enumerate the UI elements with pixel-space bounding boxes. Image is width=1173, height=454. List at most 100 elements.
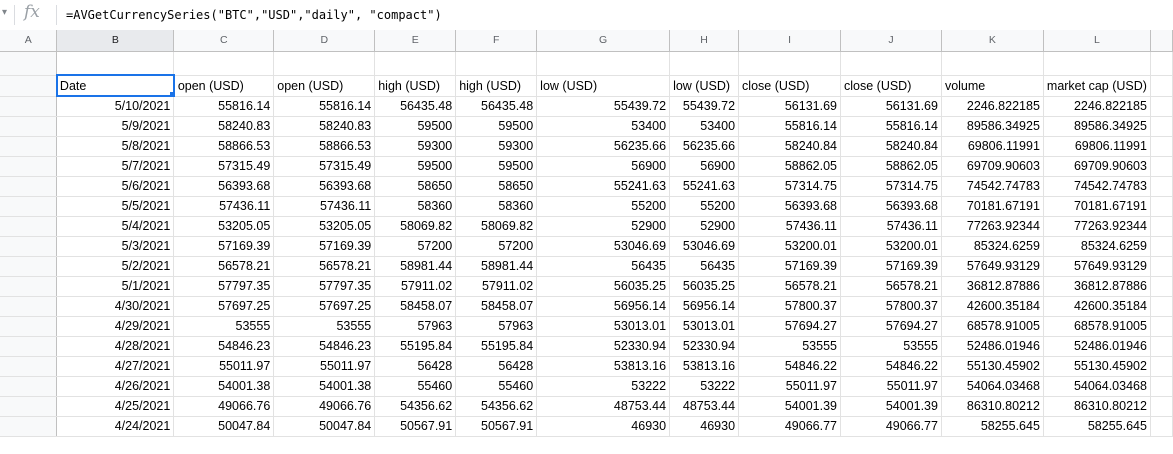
cell[interactable] bbox=[669, 51, 740, 76]
row-header[interactable] bbox=[0, 376, 58, 397]
cell[interactable] bbox=[1150, 316, 1173, 337]
header-cell[interactable]: open (USD) bbox=[273, 75, 376, 97]
cell[interactable] bbox=[1043, 51, 1151, 76]
value-cell[interactable]: 53813.16 bbox=[669, 356, 740, 377]
value-cell[interactable]: 57649.93129 bbox=[941, 256, 1044, 277]
value-cell[interactable]: 55241.63 bbox=[536, 176, 671, 197]
row-header[interactable] bbox=[0, 96, 58, 117]
cell[interactable] bbox=[1150, 156, 1173, 177]
row-header[interactable] bbox=[0, 316, 58, 337]
row-header[interactable] bbox=[0, 75, 58, 97]
value-cell[interactable]: 58981.44 bbox=[455, 256, 538, 277]
value-cell[interactable]: 59500 bbox=[374, 116, 457, 137]
row-header[interactable] bbox=[0, 296, 58, 317]
value-cell[interactable]: 56035.25 bbox=[669, 276, 740, 297]
cell[interactable] bbox=[1150, 296, 1173, 317]
value-cell[interactable]: 50567.91 bbox=[374, 416, 457, 437]
cell[interactable] bbox=[1150, 396, 1173, 417]
value-cell[interactable]: 56435 bbox=[536, 256, 671, 277]
date-cell[interactable]: 4/27/2021 bbox=[56, 356, 175, 377]
cell[interactable] bbox=[1150, 356, 1173, 377]
value-cell[interactable]: 57169.39 bbox=[273, 236, 376, 257]
value-cell[interactable]: 57200 bbox=[374, 236, 457, 257]
value-cell[interactable]: 54001.39 bbox=[840, 396, 942, 417]
value-cell[interactable]: 56393.68 bbox=[738, 196, 841, 217]
value-cell[interactable]: 54846.23 bbox=[173, 336, 275, 357]
value-cell[interactable]: 53046.69 bbox=[669, 236, 740, 257]
value-cell[interactable]: 56035.25 bbox=[536, 276, 671, 297]
cell[interactable] bbox=[273, 51, 376, 76]
value-cell[interactable]: 57200 bbox=[455, 236, 538, 257]
cell[interactable] bbox=[536, 51, 671, 76]
value-cell[interactable]: 69806.11991 bbox=[941, 136, 1044, 157]
date-cell[interactable]: 4/26/2021 bbox=[56, 376, 175, 397]
column-header-e[interactable]: E bbox=[374, 30, 457, 52]
cell[interactable] bbox=[1150, 136, 1173, 157]
value-cell[interactable]: 53813.16 bbox=[536, 356, 671, 377]
value-cell[interactable]: 68578.91005 bbox=[1043, 316, 1151, 337]
value-cell[interactable]: 57169.39 bbox=[738, 256, 841, 277]
value-cell[interactable]: 57315.49 bbox=[173, 156, 275, 177]
value-cell[interactable]: 56900 bbox=[669, 156, 740, 177]
row-header[interactable] bbox=[0, 156, 58, 177]
value-cell[interactable]: 56435.48 bbox=[374, 96, 457, 117]
value-cell[interactable]: 55460 bbox=[455, 376, 538, 397]
value-cell[interactable]: 56956.14 bbox=[536, 296, 671, 317]
value-cell[interactable]: 49066.77 bbox=[738, 416, 841, 437]
value-cell[interactable]: 57694.27 bbox=[840, 316, 942, 337]
value-cell[interactable]: 89586.34925 bbox=[1043, 116, 1151, 137]
value-cell[interactable]: 86310.80212 bbox=[941, 396, 1044, 417]
value-cell[interactable]: 59300 bbox=[374, 136, 457, 157]
value-cell[interactable]: 56428 bbox=[374, 356, 457, 377]
value-cell[interactable]: 69806.11991 bbox=[1043, 136, 1151, 157]
column-header-j[interactable]: J bbox=[840, 30, 942, 52]
value-cell[interactable]: 57314.75 bbox=[738, 176, 841, 197]
value-cell[interactable]: 56393.68 bbox=[273, 176, 376, 197]
header-cell[interactable]: volume bbox=[941, 75, 1044, 97]
value-cell[interactable]: 2246.822185 bbox=[941, 96, 1044, 117]
cell[interactable] bbox=[1150, 336, 1173, 357]
value-cell[interactable]: 58255.645 bbox=[941, 416, 1044, 437]
date-cell[interactable]: 5/7/2021 bbox=[56, 156, 175, 177]
value-cell[interactable]: 56428 bbox=[455, 356, 538, 377]
value-cell[interactable]: 77263.92344 bbox=[1043, 216, 1151, 237]
value-cell[interactable]: 54064.03468 bbox=[1043, 376, 1151, 397]
cell[interactable] bbox=[1150, 216, 1173, 237]
value-cell[interactable]: 52900 bbox=[536, 216, 671, 237]
value-cell[interactable]: 55011.97 bbox=[173, 356, 275, 377]
value-cell[interactable]: 77263.92344 bbox=[941, 216, 1044, 237]
column-header-i[interactable]: I bbox=[738, 30, 841, 52]
row-header[interactable] bbox=[0, 396, 58, 417]
value-cell[interactable]: 58650 bbox=[374, 176, 457, 197]
value-cell[interactable]: 58866.53 bbox=[173, 136, 275, 157]
value-cell[interactable]: 52330.94 bbox=[669, 336, 740, 357]
cell[interactable] bbox=[1150, 116, 1173, 137]
value-cell[interactable]: 58458.07 bbox=[374, 296, 457, 317]
value-cell[interactable]: 55130.45902 bbox=[941, 356, 1044, 377]
value-cell[interactable]: 58240.84 bbox=[840, 136, 942, 157]
cell[interactable] bbox=[1150, 51, 1173, 76]
cell[interactable] bbox=[1150, 276, 1173, 297]
value-cell[interactable]: 57800.37 bbox=[840, 296, 942, 317]
value-cell[interactable]: 48753.44 bbox=[536, 396, 671, 417]
date-cell[interactable]: 4/25/2021 bbox=[56, 396, 175, 417]
value-cell[interactable]: 56578.21 bbox=[738, 276, 841, 297]
value-cell[interactable]: 52486.01946 bbox=[1043, 336, 1151, 357]
value-cell[interactable]: 55460 bbox=[374, 376, 457, 397]
header-cell[interactable]: market cap (USD) bbox=[1043, 75, 1151, 97]
value-cell[interactable]: 57169.39 bbox=[173, 236, 275, 257]
value-cell[interactable]: 56131.69 bbox=[738, 96, 841, 117]
value-cell[interactable]: 48753.44 bbox=[669, 396, 740, 417]
value-cell[interactable]: 54846.22 bbox=[840, 356, 942, 377]
value-cell[interactable]: 58360 bbox=[455, 196, 538, 217]
value-cell[interactable]: 54001.38 bbox=[273, 376, 376, 397]
cell[interactable] bbox=[1150, 376, 1173, 397]
value-cell[interactable]: 57697.25 bbox=[273, 296, 376, 317]
value-cell[interactable]: 55816.14 bbox=[738, 116, 841, 137]
date-cell[interactable]: 5/3/2021 bbox=[56, 236, 175, 257]
value-cell[interactable]: 53046.69 bbox=[536, 236, 671, 257]
value-cell[interactable]: 58255.645 bbox=[1043, 416, 1151, 437]
header-cell[interactable]: high (USD) bbox=[374, 75, 457, 97]
value-cell[interactable]: 58981.44 bbox=[374, 256, 457, 277]
value-cell[interactable]: 2246.822185 bbox=[1043, 96, 1151, 117]
